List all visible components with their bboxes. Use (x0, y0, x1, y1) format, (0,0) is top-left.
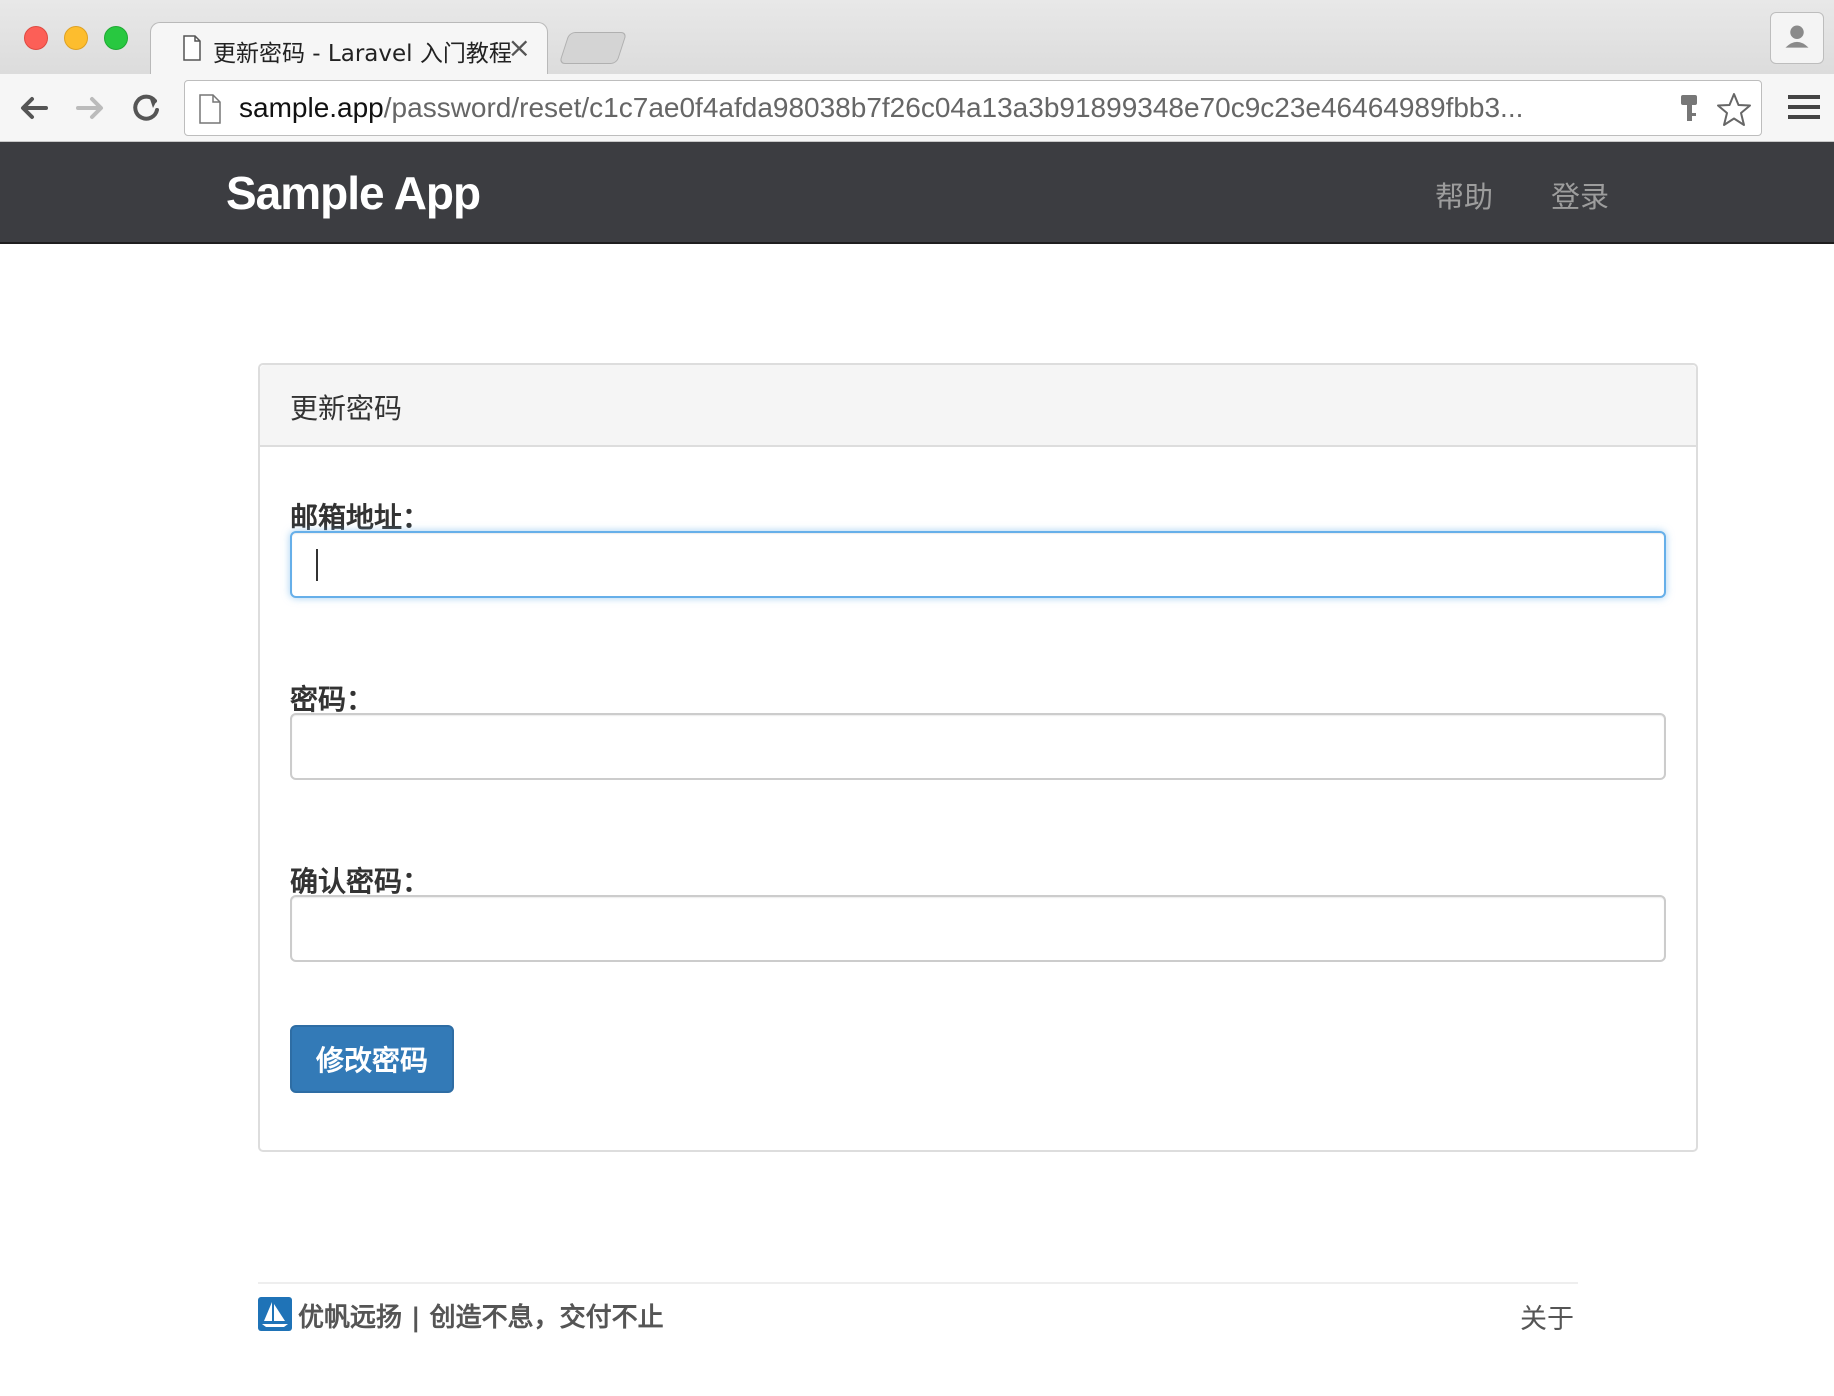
back-arrow-icon[interactable] (12, 86, 56, 130)
person-icon (1785, 25, 1809, 48)
hamburger-menu-icon[interactable] (1788, 92, 1820, 122)
sail-logo-icon (258, 1297, 292, 1331)
minimize-window-button[interactable] (64, 26, 88, 50)
password-field[interactable] (290, 713, 1666, 780)
footer-about-link[interactable]: 关于 (1520, 1297, 1574, 1336)
footer-company-text: 优帆远扬 | 创造不息，交付不止 (298, 1303, 664, 1333)
address-bar[interactable]: sample.app/password/reset/c1c7ae0f4afda9… (184, 80, 1762, 136)
nav-link-login[interactable]: 登录 (1551, 174, 1609, 216)
email-field[interactable] (290, 531, 1666, 598)
change-password-button[interactable]: 修改密码 (290, 1025, 454, 1093)
url-text[interactable]: sample.app/password/reset/c1c7ae0f4afda9… (239, 92, 1659, 124)
browser-toolbar: sample.app/password/reset/c1c7ae0f4afda9… (0, 74, 1834, 142)
confirm-password-label: 确认密码： (290, 865, 431, 898)
password-label: 密码： (290, 683, 375, 716)
browser-tab-strip: 更新密码 - Laravel 入门教程 × (0, 0, 1834, 76)
text-caret (316, 549, 318, 581)
forward-arrow-icon[interactable] (68, 86, 112, 130)
panel-heading: 更新密码 (260, 365, 1696, 447)
nav-link-help[interactable]: 帮助 (1435, 174, 1493, 216)
url-host: sample.app (239, 92, 384, 123)
reload-icon[interactable] (124, 86, 168, 130)
zoom-window-button[interactable] (104, 26, 128, 50)
reset-password-panel: 更新密码 邮箱地址： 密码： 确认密码： 修改密码 (258, 363, 1698, 1152)
tab-title: 更新密码 - Laravel 入门教程 (213, 41, 512, 67)
new-tab-button[interactable] (558, 32, 628, 64)
brand-logo-text[interactable]: Sample App (226, 166, 481, 220)
email-label: 邮箱地址： (290, 501, 431, 534)
bookmark-star-icon[interactable] (1715, 91, 1753, 129)
page-icon (199, 94, 221, 124)
url-path: /password/reset/c1c7ae0f4afda98038b7f26c… (383, 92, 1524, 123)
profile-button[interactable] (1770, 12, 1824, 64)
footer-divider (258, 1282, 1578, 1284)
document-icon (183, 35, 201, 61)
close-window-button[interactable] (24, 26, 48, 50)
app-navbar: Sample App 帮助 登录 (0, 142, 1834, 244)
key-icon[interactable] (1677, 93, 1701, 125)
confirm-password-field[interactable] (290, 895, 1666, 962)
tab-close-icon[interactable]: × (508, 31, 531, 64)
browser-tab-active[interactable]: 更新密码 - Laravel 入门教程 × (150, 22, 548, 76)
